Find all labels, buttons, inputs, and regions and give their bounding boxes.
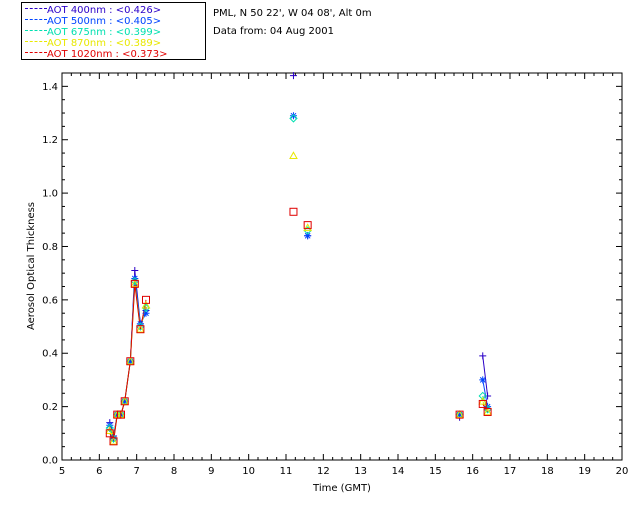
series-line [482,355,489,397]
point-asterisk [479,376,487,384]
y-tick-label: 0.4 [42,349,58,360]
y-tick-label: 1.0 [42,189,58,200]
point-triangle [289,151,298,160]
x-tick-label: 15 [429,466,442,477]
x-axis-label: Time (GMT) [312,483,371,494]
x-tick-label: 8 [171,466,177,477]
series-markers [105,72,492,446]
y-tick-label: 0.6 [42,295,58,306]
point-asterisk [289,112,297,120]
x-tick-label: 17 [504,466,517,477]
chart-canvas: 5 6 7 8 9 10 11 12 13 14 15 16 17 18 19 20 0.0 0.2 0.4 0.6 0… [26,72,629,494]
x-tick-label: 20 [616,466,629,477]
plot-frame [61,72,623,461]
x-tick-label: 18 [541,466,554,477]
x-tick-label: 10 [242,466,255,477]
y-tick-label: 0.2 [42,402,58,413]
x-tick-label: 5 [59,466,65,477]
y-tick-label: 1.4 [42,82,58,93]
x-tick-label: 16 [466,466,479,477]
x-tick-label: 7 [133,466,139,477]
series-lines [109,270,489,444]
point-plus [479,352,487,360]
x-tick-label: 6 [96,466,102,477]
point-plus [131,267,139,275]
y-tick-label: 1.2 [42,135,58,146]
point-square [289,207,298,216]
x-tick-label: 19 [578,466,591,477]
x-tick-label: 14 [392,466,405,477]
y-tick-label: 0.0 [42,456,58,467]
y-axis-label: Aerosol Optical Thickness [26,202,37,330]
x-tick-label: 9 [208,466,214,477]
y-tick-label: 0.8 [42,242,58,253]
x-tick-label: 11 [280,466,293,477]
x-tick-label: 12 [317,466,330,477]
axes: 5 6 7 8 9 10 11 12 13 14 15 16 17 18 19 20 0.0 0.2 0.4 0.6 0… [42,72,629,477]
x-tick-label: 13 [354,466,367,477]
